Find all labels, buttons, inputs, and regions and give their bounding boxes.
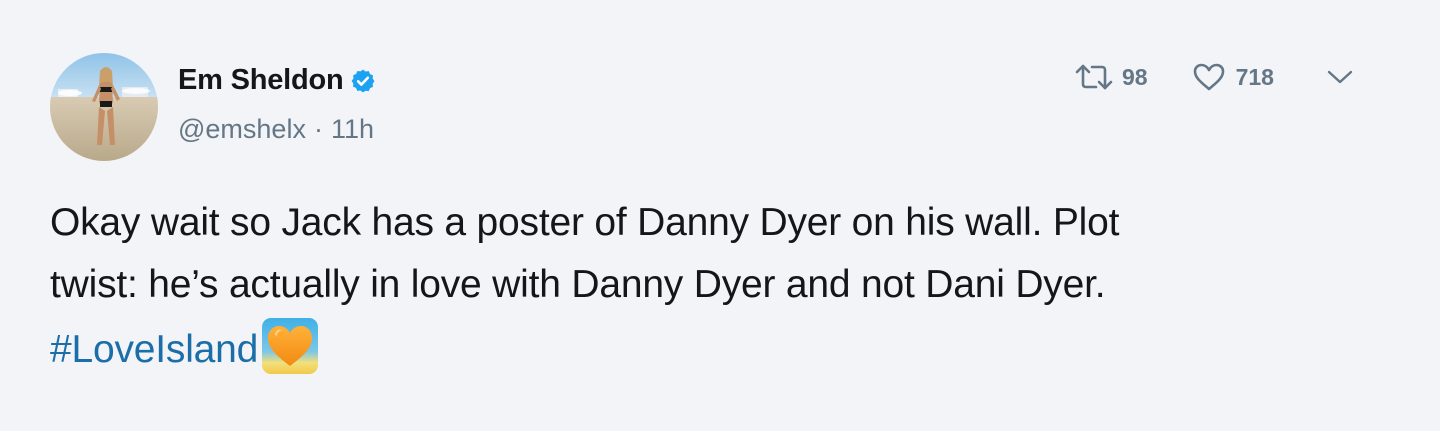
verified-badge-icon: [350, 68, 376, 94]
hashtag-link[interactable]: #LoveIsland: [50, 328, 258, 371]
meta-separator: ·: [313, 114, 323, 144]
tweet-text-line: Okay wait so Jack has a poster of Danny …: [50, 201, 1120, 244]
retweet-count: 98: [1122, 63, 1148, 90]
author-handle[interactable]: @emshelx: [178, 114, 306, 145]
tweet-meta: @emshelx · 11h: [178, 114, 374, 145]
tweet-text-line: twist: he’s actually in love with Danny …: [50, 263, 1106, 306]
heart-outline-icon: [1193, 63, 1224, 91]
tweet-timestamp[interactable]: 11h: [331, 114, 374, 145]
orange-heart-sunset-icon: [260, 316, 320, 376]
like-button[interactable]: 718: [1192, 62, 1274, 92]
like-count: 718: [1235, 63, 1274, 90]
avatar-photo: [50, 53, 158, 161]
chevron-down-icon: [1327, 70, 1353, 84]
retweet-icon: [1075, 64, 1113, 90]
tweet-actions: 98 718: [1074, 62, 1354, 92]
avatar[interactable]: [50, 53, 158, 161]
author-name[interactable]: Em Sheldon: [178, 64, 344, 97]
retweet-button[interactable]: 98: [1074, 62, 1148, 92]
tweet-text-line: #LoveIsland: [50, 316, 1410, 381]
tweet-card: Em Sheldon @emshelx · 11h 98 718 Okay wa…: [0, 0, 1440, 431]
author-name-row: Em Sheldon: [178, 64, 376, 97]
tweet-text: Okay wait so Jack has a poster of Danny …: [50, 192, 1410, 381]
more-options-button[interactable]: [1326, 68, 1354, 86]
